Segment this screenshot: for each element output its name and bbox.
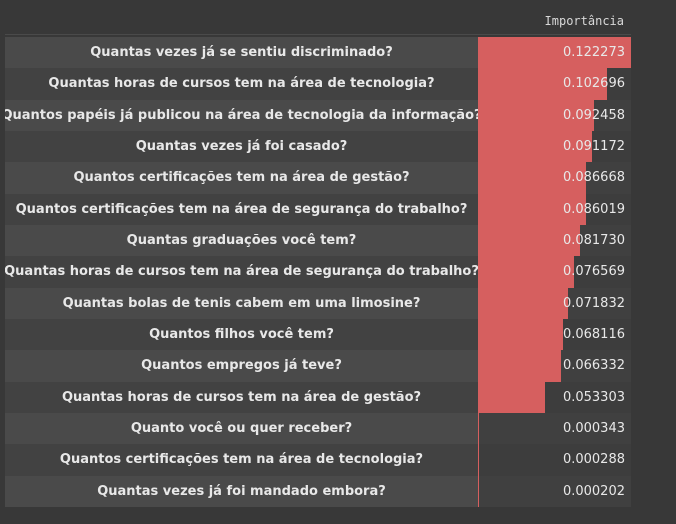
row-label: Quantos certificações tem na área de tec… bbox=[59, 452, 424, 468]
row-label: Quantos papéis já publicou na área de te… bbox=[5, 107, 478, 123]
row-label: Quantas bolas de tenis cabem em uma limo… bbox=[62, 295, 421, 311]
table-row: Quantas vezes já foi mandado embora? 0.00… bbox=[5, 475, 631, 507]
row-label: Quantas graduações você tem? bbox=[126, 233, 357, 249]
row-label: Quanto você ou quer receber? bbox=[130, 421, 353, 437]
importance-cell: 0.066332 bbox=[478, 350, 631, 382]
importance-value: 0.102696 bbox=[562, 76, 625, 92]
table-row: Quantas vezes já se sentiu discriminado?… bbox=[5, 37, 631, 69]
row-label: Quantos filhos você tem? bbox=[149, 327, 334, 343]
importance-value: 0.000343 bbox=[562, 421, 625, 437]
table-row: Quantas horas de cursos tem na área de t… bbox=[5, 68, 631, 100]
row-label: Quantas horas de cursos tem na área de g… bbox=[61, 389, 422, 405]
importance-value: 0.081730 bbox=[562, 233, 625, 249]
importance-cell: 0.086019 bbox=[478, 193, 631, 225]
importance-value: 0.092458 bbox=[562, 107, 625, 123]
importance-bar bbox=[478, 350, 561, 382]
table-row: Quantos certificações tem na área de ges… bbox=[5, 162, 631, 194]
importance-cell: 0.071832 bbox=[478, 287, 631, 319]
table-row: Quantas horas de cursos tem na área de g… bbox=[5, 381, 631, 413]
table-row: Quantos certificações tem na área de tec… bbox=[5, 444, 631, 476]
importance-value: 0.000288 bbox=[562, 452, 625, 468]
importance-value: 0.086019 bbox=[562, 201, 625, 217]
row-label: Quantas vezes já foi mandado embora? bbox=[97, 483, 386, 499]
importance-value: 0.066332 bbox=[562, 358, 625, 374]
importance-cell: 0.091172 bbox=[478, 130, 631, 163]
table-row: Quantas bolas de tenis cabem em uma limo… bbox=[5, 287, 631, 319]
importance-cell: 0.053303 bbox=[478, 381, 631, 413]
importance-cell: 0.068116 bbox=[478, 318, 631, 351]
row-label: Quantos empregos já teve? bbox=[141, 358, 342, 374]
importance-cell: 0.000202 bbox=[478, 475, 631, 507]
table-row: Quantas graduações você tem? 0.081730 bbox=[5, 224, 631, 257]
column-header-importancia: Importância bbox=[544, 14, 624, 28]
importance-cell: 0.000343 bbox=[478, 412, 631, 445]
importance-value: 0.076569 bbox=[562, 264, 625, 280]
importance-cell: 0.076569 bbox=[478, 256, 631, 288]
importance-value: 0.000202 bbox=[562, 483, 625, 499]
importance-cell: 0.092458 bbox=[478, 99, 631, 131]
dataframe-output: Importância Quantas vezes já se sentiu d… bbox=[0, 0, 676, 524]
importance-cell: 0.102696 bbox=[478, 68, 631, 100]
importance-bar bbox=[478, 381, 545, 413]
importance-value: 0.068116 bbox=[562, 327, 625, 343]
table-row: Quantos certificações tem na área de seg… bbox=[5, 193, 631, 225]
importance-cell: 0.000288 bbox=[478, 444, 631, 476]
table-row: Quantas vezes já foi casado? 0.091172 bbox=[5, 130, 631, 163]
row-label: Quantas vezes já se sentiu discriminado? bbox=[90, 45, 393, 61]
importance-cell: 0.081730 bbox=[478, 224, 631, 257]
importance-value: 0.086668 bbox=[562, 170, 625, 186]
row-label: Quantos certificações tem na área de seg… bbox=[15, 201, 468, 217]
importance-bar bbox=[478, 256, 574, 288]
importance-table: Quantas vezes já se sentiu discriminado?… bbox=[5, 37, 631, 507]
header-divider bbox=[5, 34, 631, 35]
importance-cell: 0.122273 bbox=[478, 37, 631, 69]
table-row: Quantos papéis já publicou na área de te… bbox=[5, 99, 631, 131]
table-row: Quanto você ou quer receber? 0.000343 bbox=[5, 412, 631, 445]
importance-value: 0.091172 bbox=[562, 139, 625, 155]
importance-cell: 0.086668 bbox=[478, 162, 631, 194]
table-row: Quantas horas de cursos tem na área de s… bbox=[5, 256, 631, 288]
importance-value: 0.053303 bbox=[562, 389, 625, 405]
row-label: Quantas vezes já foi casado? bbox=[135, 139, 348, 155]
importance-value: 0.071832 bbox=[562, 295, 625, 311]
row-label: Quantas horas de cursos tem na área de s… bbox=[5, 264, 478, 280]
importance-bar bbox=[478, 287, 568, 319]
table-row: Quantos empregos já teve? 0.066332 bbox=[5, 350, 631, 382]
table-row: Quantos filhos você tem? 0.068116 bbox=[5, 318, 631, 351]
row-label: Quantas horas de cursos tem na área de t… bbox=[48, 76, 435, 92]
importance-value: 0.122273 bbox=[562, 45, 625, 61]
importance-bar bbox=[478, 318, 564, 351]
row-label: Quantos certificações tem na área de ges… bbox=[73, 170, 410, 186]
